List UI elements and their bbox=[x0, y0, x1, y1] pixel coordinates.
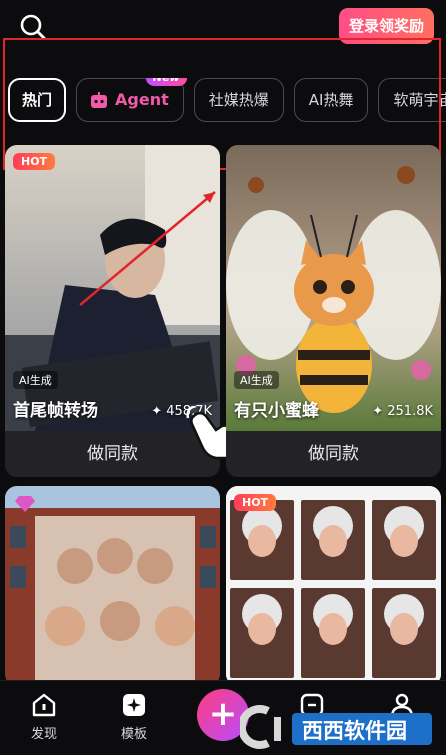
card-usage-count: ✦ 251.8K bbox=[372, 404, 433, 419]
ai-generated-badge: AI生成 bbox=[13, 371, 58, 389]
nav-discover[interactable]: 发现 bbox=[14, 691, 74, 742]
mural-image bbox=[5, 486, 220, 686]
hot-badge: HOT bbox=[234, 494, 277, 511]
template-thumbnail[interactable] bbox=[5, 486, 220, 686]
make-same-button[interactable]: 做同款 bbox=[226, 431, 441, 477]
premium-gem-icon bbox=[15, 496, 35, 512]
usage-count-value: 251.8K bbox=[387, 404, 433, 419]
template-card[interactable]: HOT bbox=[226, 486, 441, 686]
template-card[interactable] bbox=[5, 486, 220, 686]
template-thumbnail[interactable]: HOT AI生成 首尾帧转场 ✦ 458.7K bbox=[5, 145, 220, 431]
watermark-text: 西西软件园 bbox=[302, 719, 407, 743]
card-title: 首尾帧转场 bbox=[13, 401, 98, 421]
template-thumbnail[interactable]: AI生成 有只小蜜蜂 ✦ 251.8K bbox=[226, 145, 441, 431]
nav-templates[interactable]: 模板 bbox=[104, 691, 164, 742]
ai-generated-badge: AI生成 bbox=[234, 371, 279, 389]
nav-discover-label: 发现 bbox=[30, 727, 57, 742]
hot-badge: HOT bbox=[13, 153, 56, 170]
template-thumbnail[interactable]: HOT bbox=[226, 486, 441, 686]
watermark-logo: 西西软件园 bbox=[237, 703, 440, 751]
discover-icon bbox=[32, 693, 56, 717]
template-card[interactable]: AI生成 有只小蜜蜂 ✦ 251.8K 做同款 bbox=[226, 145, 441, 477]
card-title: 有只小蜜蜂 bbox=[234, 401, 319, 421]
nav-templates-label: 模板 bbox=[120, 727, 147, 742]
einstein-grid-image bbox=[226, 486, 441, 686]
templates-icon bbox=[123, 694, 145, 716]
